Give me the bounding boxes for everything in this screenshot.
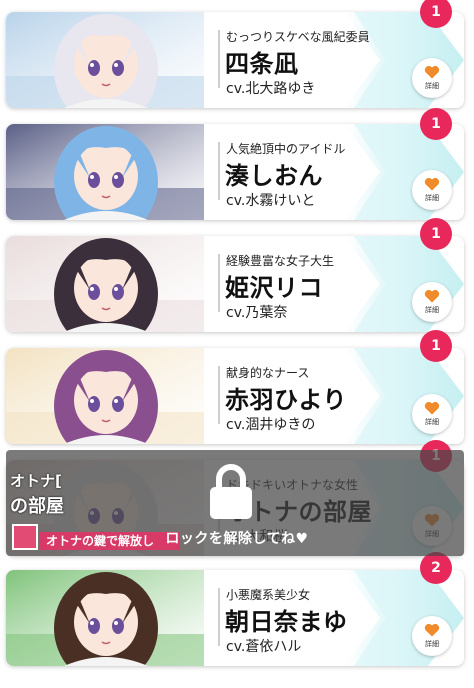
character-name: 朝日奈まゆ — [225, 608, 348, 636]
detail-label: 詳細 — [425, 194, 439, 202]
character-voice-actor: cv.乃葉奈 — [226, 305, 288, 321]
character-subtitle: 経験豊富な女子大生 — [226, 254, 335, 268]
notification-badge: 2 — [420, 552, 452, 584]
divider — [218, 254, 220, 312]
chevron-decoration — [344, 236, 464, 332]
character-card[interactable]: 小悪魔系美少女 朝日奈まゆ cv.蒼依ハル 詳細 — [6, 570, 464, 666]
chevron-decoration — [344, 570, 464, 666]
character-voice-actor: cv.涸井ゆきの — [226, 417, 316, 433]
detail-label: 詳細 — [425, 640, 439, 648]
character-portrait — [6, 348, 204, 444]
character-name: 四条凪 — [225, 50, 299, 78]
detail-label: 詳細 — [425, 418, 439, 426]
character-portrait — [6, 570, 204, 666]
character-name: 姫沢リコ — [225, 274, 323, 302]
heart-icon — [424, 401, 440, 415]
character-name: 湊しおん — [225, 162, 323, 190]
character-name: 赤羽ひより — [225, 386, 348, 414]
divider — [218, 366, 220, 424]
character-voice-actor: cv.蒼依ハル — [226, 639, 302, 655]
character-card[interactable]: 献身的なナース 赤羽ひより cv.涸井ゆきの 詳細 — [6, 348, 464, 444]
padlock-icon — [210, 464, 252, 519]
character-voice-actor: cv.水霧けいと — [226, 193, 316, 209]
heart-icon — [424, 289, 440, 303]
locked-art-title-2: の部屋 — [10, 496, 64, 517]
locked-art-title-1: オトナ[ — [10, 472, 62, 490]
detail-button[interactable]: 詳細 — [412, 394, 452, 434]
detail-label: 詳細 — [425, 306, 439, 314]
character-portrait — [6, 124, 204, 220]
divider — [218, 30, 220, 88]
character-voice-actor: cv.北大路ゆき — [226, 81, 316, 97]
chevron-decoration — [344, 124, 464, 220]
character-subtitle: むっつりスケベな風紀委員 — [226, 30, 370, 44]
character-subtitle: 献身的なナース — [226, 366, 310, 380]
character-list: むっつりスケベな風紀委員 四条凪 cv.北大路ゆき 詳細 1 人気絶頂中のアイド… — [0, 0, 474, 688]
character-portrait — [6, 236, 204, 332]
unlock-message: ロックを解除してね♥ — [165, 531, 309, 547]
notification-badge: 1 — [420, 108, 452, 140]
character-portrait — [6, 12, 204, 108]
character-subtitle: 小悪魔系美少女 — [226, 588, 311, 602]
heart-icon — [424, 623, 440, 637]
divider — [218, 142, 220, 200]
detail-label: 詳細 — [425, 82, 439, 90]
notification-badge: 1 — [420, 218, 452, 250]
detail-button[interactable]: 詳細 — [412, 282, 452, 322]
notification-badge: 1 — [420, 330, 452, 362]
chevron-decoration — [344, 12, 464, 108]
heart-icon — [424, 177, 440, 191]
heart-icon — [424, 65, 440, 79]
character-card[interactable]: むっつりスケベな風紀委員 四条凪 cv.北大路ゆき 詳細 — [6, 12, 464, 108]
character-card[interactable]: 人気絶頂中のアイドル 湊しおん cv.水霧けいと 詳細 — [6, 124, 464, 220]
chevron-decoration — [344, 348, 464, 444]
detail-button[interactable]: 詳細 — [412, 616, 452, 656]
character-subtitle: 人気絶頂中のアイドル — [226, 142, 346, 156]
detail-button[interactable]: 詳細 — [412, 170, 452, 210]
divider — [218, 588, 220, 646]
detail-button[interactable]: 詳細 — [412, 58, 452, 98]
character-card[interactable]: 経験豊富な女子大生 姫沢リコ cv.乃葉奈 詳細 — [6, 236, 464, 332]
